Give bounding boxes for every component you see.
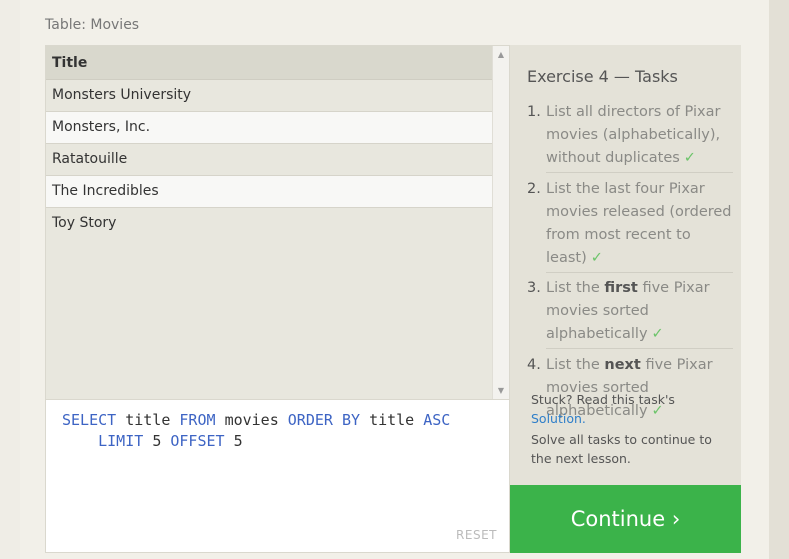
page-edge [769,0,789,559]
table-row: Ratatouille [46,144,492,176]
check-icon: ✓ [590,250,603,266]
query-text[interactable]: SELECT title FROM movies ORDER BY title … [62,410,450,452]
column-title-header: Title [52,55,88,71]
tasks-title: Exercise 4 — Tasks [527,67,678,86]
task-item: 1. List all directors of Pixar movies (a… [527,104,721,166]
task-divider [546,272,733,273]
table-header: Title [46,46,492,80]
table-label: Table: Movies [45,17,140,33]
scroll-down-icon[interactable]: ▼ [493,386,509,395]
table-row: Monsters, Inc. [46,112,492,144]
table-row: Toy Story [46,208,492,240]
task-divider [546,348,733,349]
scroll-up-icon[interactable]: ▲ [493,50,509,59]
check-icon: ✓ [651,326,664,342]
table-row: The Incredibles [46,176,492,208]
table-scrollbar[interactable]: ▲ ▼ [492,46,509,399]
cell-title: Ratatouille [52,151,128,167]
query-editor[interactable]: SELECT title FROM movies ORDER BY title … [45,400,510,553]
task-divider [546,172,733,173]
check-icon: ✓ [683,150,696,166]
task-item: 3. List the first five Pixar movies sort… [527,280,710,342]
stuck-prefix: Stuck? Read this task's [531,392,675,407]
continue-message: Solve all tasks to continue to the next … [531,432,712,466]
cell-title: Monsters, Inc. [52,119,151,135]
task-item: 2. List the last four Pixar movies relea… [527,181,732,266]
table-row: Monsters University [46,80,492,112]
continue-button[interactable]: Continue › [510,485,741,553]
cell-title: Toy Story [52,215,117,231]
solution-link[interactable]: Solution. [531,409,731,428]
cell-title: Monsters University [52,87,192,103]
reset-button[interactable]: RESET [456,528,497,542]
results-table: Title Monsters University Monsters, Inc.… [45,45,510,400]
help-text: Stuck? Read this task's Solution. Solve … [531,390,731,468]
cell-title: The Incredibles [52,183,159,199]
